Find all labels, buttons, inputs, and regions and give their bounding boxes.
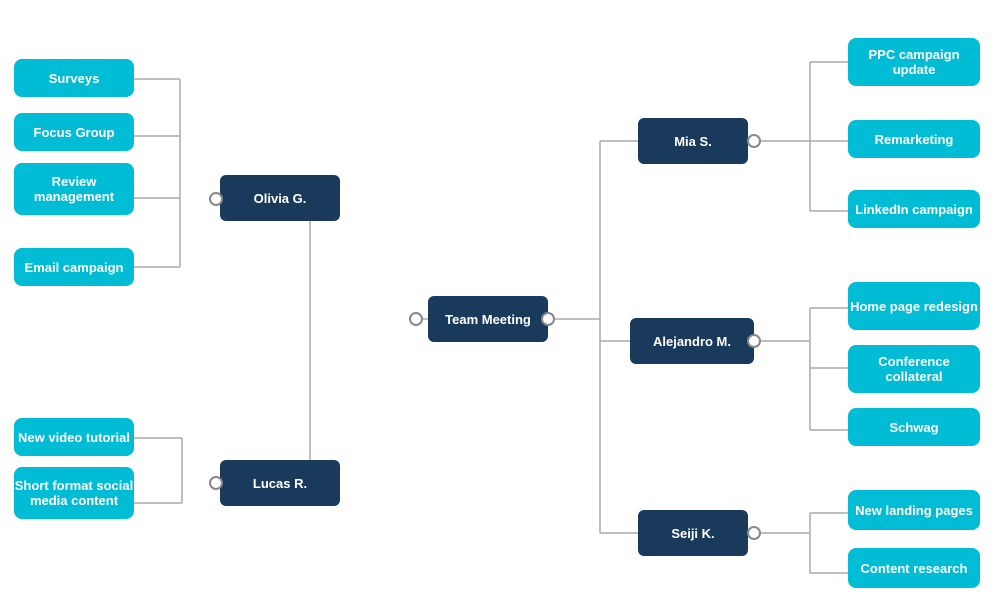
homepage-node[interactable]: Home page redesign	[848, 282, 980, 330]
connector-team-right	[541, 312, 555, 326]
connector-mia	[747, 134, 761, 148]
schwag-node[interactable]: Schwag	[848, 408, 980, 446]
remarketing-node[interactable]: Remarketing	[848, 120, 980, 158]
email-campaign-node[interactable]: Email campaign	[14, 248, 134, 286]
new-video-node[interactable]: New video tutorial	[14, 418, 134, 456]
review-mgmt-node[interactable]: Review management	[14, 163, 134, 215]
linkedin-node[interactable]: LinkedIn campaign	[848, 190, 980, 228]
team-meeting-node[interactable]: Team Meeting	[428, 296, 548, 342]
focus-group-node[interactable]: Focus Group	[14, 113, 134, 151]
olivia-node[interactable]: Olivia G.	[220, 175, 340, 221]
landing-pages-node[interactable]: New landing pages	[848, 490, 980, 530]
connector-lucas	[209, 476, 223, 490]
seiji-node[interactable]: Seiji K.	[638, 510, 748, 556]
connector-team-left	[409, 312, 423, 326]
content-research-node[interactable]: Content research	[848, 548, 980, 588]
mia-node[interactable]: Mia S.	[638, 118, 748, 164]
mind-map-diagram: Surveys Focus Group Review management Em…	[0, 0, 1000, 601]
short-format-node[interactable]: Short format social media content	[14, 467, 134, 519]
lucas-node[interactable]: Lucas R.	[220, 460, 340, 506]
ppc-node[interactable]: PPC campaign update	[848, 38, 980, 86]
conference-node[interactable]: Conference collateral	[848, 345, 980, 393]
alejandro-node[interactable]: Alejandro M.	[630, 318, 754, 364]
connector-alejandro	[747, 334, 761, 348]
connector-olivia	[209, 192, 223, 206]
connector-seiji	[747, 526, 761, 540]
surveys-node[interactable]: Surveys	[14, 59, 134, 97]
